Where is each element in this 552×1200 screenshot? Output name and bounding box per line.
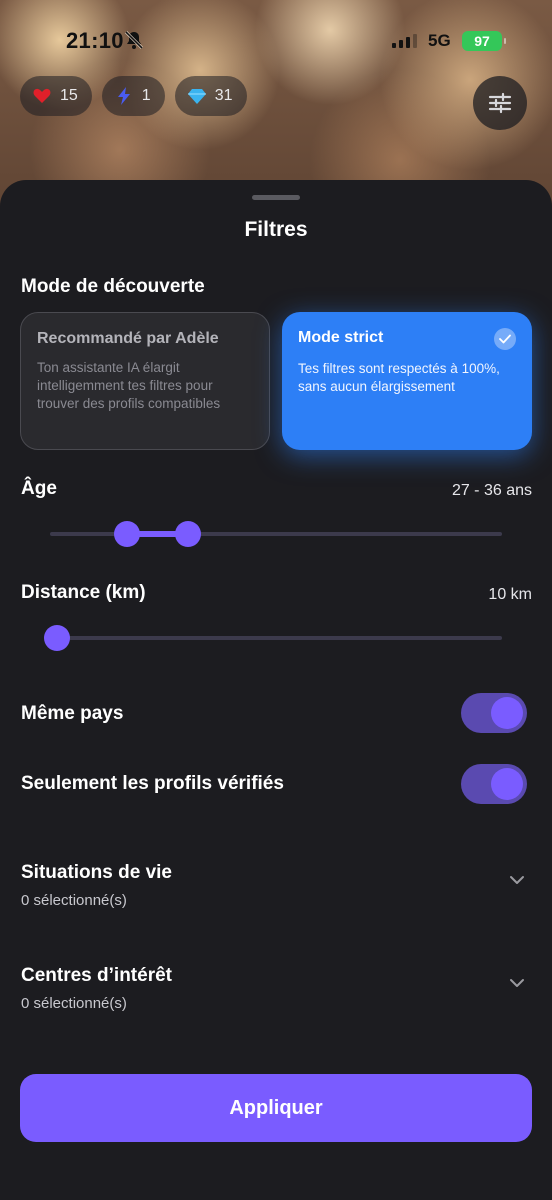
boosts-counter[interactable]: 1 bbox=[101, 76, 165, 116]
age-range-slider[interactable] bbox=[50, 519, 502, 549]
status-bar: 21:10 5G 97 bbox=[0, 26, 552, 56]
chevron-down-icon bbox=[510, 979, 524, 987]
sheet-grabber[interactable] bbox=[252, 195, 300, 200]
mode-card-desc: Tes filtres sont respectés à 100%, sans … bbox=[298, 361, 500, 394]
toggle-knob bbox=[491, 768, 523, 800]
chevron-down-icon bbox=[510, 876, 524, 884]
sheet-title: Filtres bbox=[244, 218, 308, 241]
dropdown-title: Centres d’intérêt bbox=[21, 965, 172, 986]
life-situations-dropdown[interactable]: Situations de vie 0 sélectionné(s) bbox=[0, 862, 552, 932]
age-value: 27 - 36 ans bbox=[451, 482, 532, 499]
heart-icon bbox=[33, 88, 51, 103]
likes-count: 15 bbox=[60, 87, 78, 104]
status-time: 21:10 bbox=[66, 28, 124, 53]
mode-card-strict[interactable]: Mode strict Tes filtres sont respectés à… bbox=[282, 312, 532, 450]
distance-label: Distance (km) bbox=[21, 582, 146, 603]
gems-count: 31 bbox=[214, 87, 233, 104]
toggle-knob bbox=[491, 697, 523, 729]
distance-value: 10 km bbox=[488, 586, 532, 603]
lightning-icon bbox=[117, 87, 130, 105]
dropdown-subtitle: 0 sélectionné(s) bbox=[21, 995, 127, 1012]
gems-counter[interactable]: 31 bbox=[174, 76, 247, 116]
mode-card-recommended[interactable]: Recommandé par Adèle Ton assistante IA é… bbox=[20, 312, 270, 450]
distance-slider[interactable] bbox=[44, 623, 502, 653]
interests-dropdown[interactable]: Centres d’intérêt 0 sélectionné(s) bbox=[0, 965, 552, 1035]
diamond-icon bbox=[187, 89, 206, 104]
signal-icon bbox=[392, 34, 417, 48]
age-min-thumb[interactable] bbox=[113, 521, 140, 547]
counters: 15 1 31 bbox=[20, 76, 247, 116]
same-country-toggle[interactable] bbox=[461, 693, 527, 733]
apply-button[interactable]: Appliquer bbox=[20, 1074, 532, 1142]
mode-card-desc: Ton assistante IA élargit intelligemment… bbox=[37, 360, 221, 411]
sliders-icon bbox=[488, 92, 512, 114]
dropdown-title: Situations de vie bbox=[21, 862, 172, 883]
filters-button[interactable] bbox=[473, 76, 527, 130]
check-icon bbox=[494, 328, 516, 350]
mode-card-title: Mode strict bbox=[298, 329, 384, 346]
slider-track bbox=[50, 636, 502, 640]
battery-indicator: 97 bbox=[462, 31, 506, 51]
filters-sheet: Filtres Mode de découverte Recommandé pa… bbox=[0, 180, 552, 1200]
discovery-mode-label: Mode de découverte bbox=[21, 276, 205, 297]
age-label: Âge bbox=[21, 478, 57, 499]
mode-card-title: Recommandé par Adèle bbox=[37, 330, 219, 347]
network-type: 5G bbox=[428, 31, 451, 50]
distance-thumb[interactable] bbox=[44, 625, 70, 651]
bell-muted-icon bbox=[124, 30, 144, 50]
likes-counter[interactable]: 15 bbox=[20, 76, 92, 116]
verified-only-toggle[interactable] bbox=[461, 764, 527, 804]
age-max-thumb[interactable] bbox=[174, 521, 201, 547]
verified-only-label: Seulement les profils vérifiés bbox=[21, 773, 284, 794]
dropdown-subtitle: 0 sélectionné(s) bbox=[21, 892, 127, 909]
boosts-count: 1 bbox=[141, 87, 151, 104]
same-country-label: Même pays bbox=[21, 703, 124, 724]
